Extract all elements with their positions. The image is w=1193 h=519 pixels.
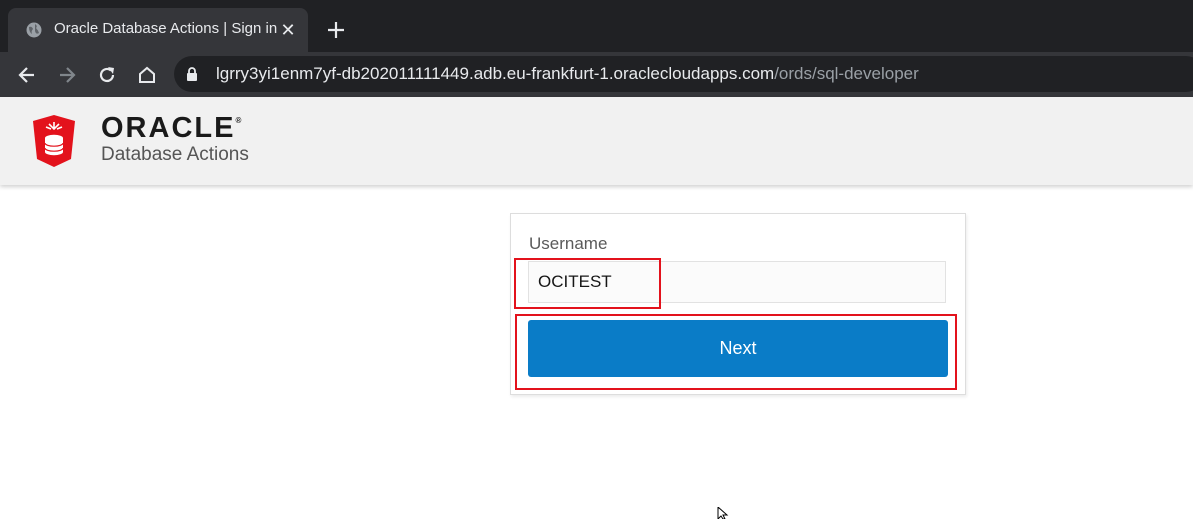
url-path: /ords/sql-developer	[774, 64, 919, 83]
username-input[interactable]	[528, 261, 946, 303]
browser-tab[interactable]: Oracle Database Actions | Sign in ✕	[8, 8, 308, 52]
globe-icon	[26, 22, 42, 38]
oracle-wordmark: ORACLE®	[101, 112, 241, 145]
username-label: Username	[529, 234, 608, 253]
lock-icon[interactable]	[186, 67, 198, 81]
close-icon[interactable]: ✕	[278, 20, 298, 40]
url-host: lgrry3yi1enm7yf-db202011111449.adb.eu-fr…	[216, 64, 775, 83]
sign-in-card: Username Next	[510, 213, 966, 395]
brand-name: ORACLE	[101, 112, 236, 144]
forward-icon[interactable]	[56, 64, 78, 86]
tab-title: Oracle Database Actions | Sign in	[54, 20, 278, 37]
database-shield-logo-icon	[33, 115, 75, 167]
browser-toolbar: lgrry3yi1enm7yf-db202011111449.adb.eu-fr…	[0, 52, 1193, 97]
mouse-cursor-icon	[717, 507, 729, 519]
back-icon[interactable]	[16, 64, 38, 86]
next-button[interactable]: Next	[528, 320, 948, 377]
reload-icon[interactable]	[96, 64, 118, 86]
url-text[interactable]: lgrry3yi1enm7yf-db202011111449.adb.eu-fr…	[216, 64, 919, 84]
app-header: ORACLE® Database Actions	[0, 97, 1193, 185]
product-name: Database Actions	[101, 144, 249, 165]
address-bar[interactable]: lgrry3yi1enm7yf-db202011111449.adb.eu-fr…	[174, 56, 1193, 92]
home-icon[interactable]	[136, 64, 158, 86]
browser-tab-strip: Oracle Database Actions | Sign in ✕	[0, 0, 1193, 52]
plus-icon[interactable]	[325, 19, 347, 41]
registered-mark: ®	[235, 116, 242, 125]
